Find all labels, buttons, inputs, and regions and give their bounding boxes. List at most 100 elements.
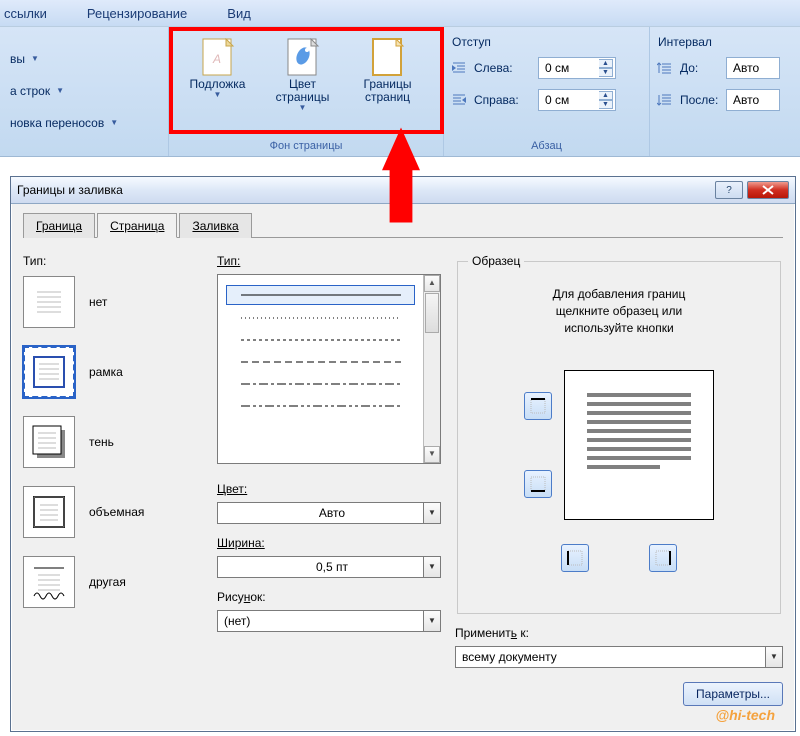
none-icon: [23, 276, 75, 328]
value: (нет): [224, 614, 250, 628]
border-bottom-icon: [529, 475, 547, 493]
dialog-titlebar[interactable]: Границы и заливка ?: [11, 177, 795, 204]
menu-item[interactable]: ссылки: [4, 6, 47, 21]
page-borders-icon: [368, 36, 408, 78]
label: рамка: [89, 365, 123, 379]
indent-left-icon: [450, 59, 468, 77]
label: а строк: [10, 84, 50, 98]
watermark-button[interactable]: A Подложка ▼: [175, 31, 260, 127]
border-top-icon: [529, 397, 547, 415]
border-left-button[interactable]: [561, 544, 589, 572]
label: Слева:: [474, 61, 538, 75]
menu-bar: ссылки Рецензирование Вид: [0, 0, 800, 27]
close-button[interactable]: [747, 181, 789, 199]
custom-icon: [23, 556, 75, 608]
ribbon-item[interactable]: новка переносов ▼: [6, 110, 118, 136]
ribbon-group-truncated: вы ▼ а строк ▼ новка переносов ▼: [0, 27, 169, 156]
tab-border[interactable]: Граница: [23, 213, 95, 238]
page-color-icon: [283, 36, 323, 78]
label: тень: [89, 435, 114, 449]
style-column: Тип: ▲ ▼: [217, 254, 441, 718]
help-button[interactable]: ?: [715, 181, 743, 199]
preview-box: Образец Для добавления границ щелкните о…: [457, 254, 781, 614]
tab-shading[interactable]: Заливка: [179, 213, 251, 238]
dropdown-icon: ▼: [31, 54, 39, 63]
label: объемная: [89, 505, 144, 519]
dialog-title: Границы и заливка: [17, 183, 123, 197]
dropdown-icon: ▼: [423, 611, 440, 631]
spacing-before-input[interactable]: Авто: [726, 57, 780, 79]
page-color-button[interactable]: Цвет страницы ▼: [260, 31, 345, 127]
menu-item[interactable]: Рецензирование: [87, 6, 187, 21]
ribbon-group-interval: Интервал До: Авто После: Авто: [650, 27, 800, 156]
setting-shadow[interactable]: тень: [23, 416, 203, 468]
box-icon: [23, 346, 75, 398]
label: вы: [10, 52, 25, 66]
scroll-thumb[interactable]: [425, 293, 439, 333]
group-title: Фон страницы: [169, 138, 443, 156]
value: всему документу: [462, 650, 557, 664]
shadow-icon: [23, 416, 75, 468]
color-combo[interactable]: Авто ▼: [217, 502, 441, 524]
preview-page[interactable]: [564, 370, 714, 520]
setting-column: Тип: нет рамка: [23, 254, 203, 718]
value: Авто: [733, 61, 759, 75]
setting-none[interactable]: нет: [23, 276, 203, 328]
value: 0 см: [545, 61, 569, 75]
border-right-button[interactable]: [649, 544, 677, 572]
value: Авто: [733, 93, 759, 107]
label: Параметры...: [696, 687, 770, 701]
spinner-icon[interactable]: ▲▼: [599, 59, 613, 77]
preview-hint: Для добавления границ щелкните образец и…: [468, 286, 770, 336]
scroll-down-icon[interactable]: ▼: [424, 446, 440, 463]
label: нет: [89, 295, 107, 309]
preview-label: Образец: [468, 254, 524, 268]
border-left-icon: [566, 549, 584, 567]
dropdown-icon: ▼: [110, 118, 118, 127]
style-label: Тип:: [217, 254, 240, 268]
preview-column: Образец Для добавления границ щелкните о…: [455, 254, 783, 718]
spacing-after-input[interactable]: Авто: [726, 89, 780, 111]
value: Авто: [319, 506, 345, 520]
dropdown-icon: ▼: [765, 647, 782, 667]
setting-3d[interactable]: объемная: [23, 486, 203, 538]
label: До:: [680, 61, 726, 75]
art-combo[interactable]: (нет) ▼: [217, 610, 441, 632]
indent-left-input[interactable]: 0 см ▲▼: [538, 57, 616, 79]
setting-box[interactable]: рамка: [23, 346, 203, 398]
label: Цвет страницы: [276, 78, 330, 104]
options-button[interactable]: Параметры...: [683, 682, 783, 706]
label: После:: [680, 93, 726, 107]
apply-to-combo[interactable]: всему документу ▼: [455, 646, 783, 668]
label: другая: [89, 575, 126, 589]
ribbon-item[interactable]: а строк ▼: [6, 78, 64, 104]
watermark-text: @hi-tech: [715, 707, 775, 723]
border-top-button[interactable]: [524, 392, 552, 420]
label: Справа:: [474, 93, 538, 107]
width-combo[interactable]: 0,5 пт ▼: [217, 556, 441, 578]
label: новка переносов: [10, 116, 104, 130]
borders-shading-dialog: Границы и заливка ? Граница Страница Зал…: [10, 176, 796, 732]
dropdown-icon: ▼: [214, 91, 222, 100]
scrollbar[interactable]: ▲ ▼: [423, 275, 440, 463]
value: 0,5 пт: [316, 560, 348, 574]
dropdown-icon: ▼: [299, 104, 307, 113]
tab-page[interactable]: Страница: [97, 213, 177, 238]
setting-custom[interactable]: другая: [23, 556, 203, 608]
svg-text:A: A: [212, 52, 221, 66]
indent-right-input[interactable]: 0 см ▲▼: [538, 89, 616, 111]
indent-right-icon: [450, 91, 468, 109]
page-borders-button[interactable]: Границы страниц: [345, 31, 430, 127]
dropdown-icon: ▼: [423, 503, 440, 523]
spinner-icon[interactable]: ▲▼: [599, 91, 613, 109]
close-icon: [761, 185, 775, 195]
label: Границы страниц: [364, 78, 412, 104]
line-style-list[interactable]: ▲ ▼: [217, 274, 441, 464]
menu-item[interactable]: Вид: [227, 6, 251, 21]
group-title: Абзац: [444, 138, 649, 156]
border-bottom-button[interactable]: [524, 470, 552, 498]
ribbon-item[interactable]: вы ▼: [6, 46, 39, 72]
threeD-icon: [23, 486, 75, 538]
scroll-up-icon[interactable]: ▲: [424, 275, 440, 292]
ribbon-group-indent: Отступ Слева: 0 см ▲▼ Справа: 0 см ▲▼: [444, 27, 650, 156]
